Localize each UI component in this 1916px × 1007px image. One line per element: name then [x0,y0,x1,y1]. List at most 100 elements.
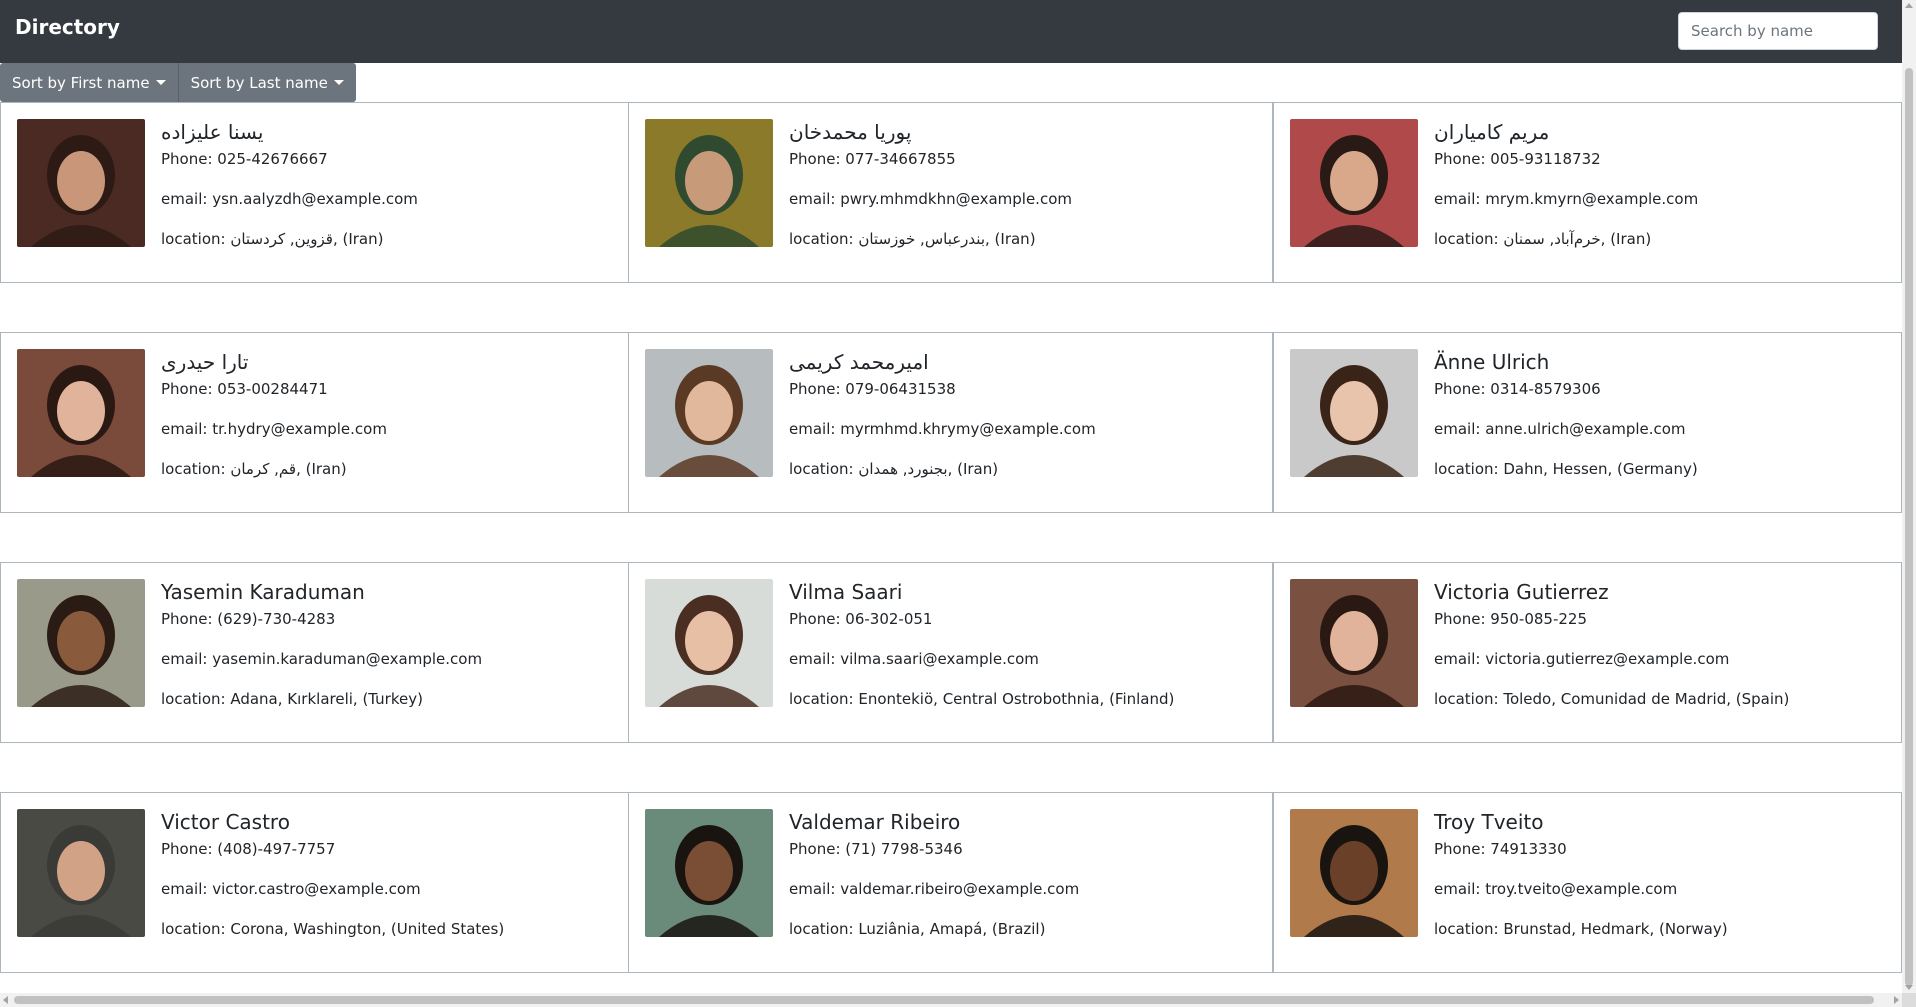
email-value: mrym.kmyrn@example.com [1485,190,1699,208]
phone-label: Phone: [789,840,846,858]
phone-value: 74913330 [1490,840,1567,858]
person-email: email: anne.ulrich@example.com [1434,419,1904,439]
email-value: tr.hydry@example.com [212,420,387,438]
person-email: email: myrmhmd.khrymy@example.com [789,419,1259,439]
person-info: تارا حیدری Phone: 053-00284471 email: tr.h… [161,349,631,499]
person-name: مریم کامیاران [1434,120,1550,144]
person-name: یسنا علیزاده [161,120,264,144]
phone-label: Phone: [1434,840,1491,858]
phone-label: Phone: [1434,610,1491,628]
email-value: vilma.saari@example.com [840,650,1039,668]
portrait-image [1290,119,1418,247]
location-value: خرم‌آباد, سمنان, (Iran) [1503,230,1652,248]
location-label: location: [789,920,859,938]
person-location: location: قزوین, کردستان, (Iran) [161,229,631,249]
scroll-down-arrow-icon[interactable] [1905,985,1913,990]
person-location: location: Enontekiö, Central Ostrobothni… [789,689,1259,709]
person-photo [645,349,773,477]
portrait-image [17,119,145,247]
sort-last-name-button[interactable]: Sort by Last name [178,63,356,102]
brand-title[interactable]: Directory [15,15,120,39]
scrollbar-corner [1902,993,1916,1007]
person-photo [1290,579,1418,707]
person-photo [645,809,773,937]
person-email: email: victor.castro@example.com [161,879,631,899]
email-value: anne.ulrich@example.com [1485,420,1686,438]
person-info: Troy Tveito Phone: 74913330 email: troy.tv… [1434,809,1904,959]
vertical-scrollbar[interactable] [1902,0,1916,993]
person-phone: Phone: 079-06431538 [789,379,1259,399]
vertical-scroll-thumb[interactable] [1905,68,1913,986]
person-email: email: vilma.saari@example.com [789,649,1259,669]
person-name: Troy Tveito [1434,810,1544,834]
scroll-left-arrow-icon[interactable] [3,996,8,1004]
person-email: email: victoria.gutierrez@example.com [1434,649,1904,669]
email-value: pwry.mhmdkhn@example.com [840,190,1072,208]
location-value: بندرعباس, خوزستان, (Iran) [858,230,1036,248]
location-value: Adana, Kırklareli, (Turkey) [230,690,423,708]
person-name: امیرمحمد کریمی [789,350,929,374]
person-card: امیرمحمد کریمی Phone: 079-06431538 email: … [628,332,1273,513]
location-label: location: [161,920,231,938]
person-phone: Phone: 005-93118732 [1434,149,1904,169]
person-email: email: troy.tveito@example.com [1434,879,1904,899]
location-label: location: [789,690,859,708]
phone-value: 053-00284471 [217,380,328,398]
person-info: Victor Castro Phone: (408)-497-7757 email:… [161,809,631,959]
person-phone: Phone: (629)-730-4283 [161,609,631,629]
person-location: location: Adana, Kırklareli, (Turkey) [161,689,631,709]
person-location: location: بجنورد, همدان, (Iran) [789,459,1259,479]
email-label: email: [161,650,213,668]
person-email: email: ysn.aalyzdh@example.com [161,189,631,209]
phone-value: 025-42676667 [217,150,328,168]
person-location: location: خرم‌آباد, سمنان, (Iran) [1434,229,1904,249]
person-info: مریم کامیاران Phone: 005-93118732 email: m… [1434,119,1904,269]
horizontal-scrollbar[interactable] [0,993,1902,1007]
email-label: email: [1434,190,1486,208]
person-card: پوریا محمدخان Phone: 077-34667855 email: p… [628,102,1273,283]
scroll-up-arrow-icon[interactable] [1905,3,1913,8]
email-label: email: [789,420,841,438]
sort-first-name-button[interactable]: Sort by First name [0,63,179,102]
location-value: Brunstad, Hedmark, (Norway) [1503,920,1728,938]
email-value: troy.tveito@example.com [1485,880,1678,898]
portrait-image [1290,579,1418,707]
email-value: victoria.gutierrez@example.com [1485,650,1730,668]
person-card: یسنا علیزاده Phone: 025-42676667 email: ys… [0,102,645,283]
phone-label: Phone: [161,610,218,628]
sort-button-group: Sort by First name Sort by Last name [0,63,356,102]
email-label: email: [789,190,841,208]
person-phone: Phone: (408)-497-7757 [161,839,631,859]
person-location: location: Brunstad, Hedmark, (Norway) [1434,919,1904,939]
phone-label: Phone: [161,840,218,858]
person-name: پوریا محمدخان [789,120,912,144]
phone-label: Phone: [161,380,218,398]
location-value: بجنورد, همدان, (Iran) [858,460,999,478]
scroll-right-arrow-icon[interactable] [1894,996,1899,1004]
email-value: myrmhmd.khrymy@example.com [840,420,1096,438]
phone-value: (71) 7798-5346 [845,840,963,858]
person-card: Änne Ulrich Phone: 0314-8579306 email: ann… [1273,332,1902,513]
person-location: location: Corona, Washington, (United St… [161,919,631,939]
person-name: Victoria Gutierrez [1434,580,1609,604]
horizontal-scroll-thumb[interactable] [14,996,1874,1004]
person-photo [1290,349,1418,477]
location-value: قم, کرمان, (Iran) [230,460,347,478]
email-value: valdemar.ribeiro@example.com [840,880,1080,898]
phone-label: Phone: [789,150,846,168]
person-name: Yasemin Karaduman [161,580,365,604]
email-label: email: [789,880,841,898]
person-photo [17,349,145,477]
location-value: Toledo, Comunidad de Madrid, (Spain) [1503,690,1790,708]
search-input[interactable] [1678,12,1878,50]
location-label: location: [789,460,859,478]
email-value: ysn.aalyzdh@example.com [212,190,418,208]
person-card: Yasemin Karaduman Phone: (629)-730-4283 em… [0,562,645,743]
phone-label: Phone: [789,380,846,398]
phone-value: 06-302-051 [845,610,933,628]
phone-label: Phone: [1434,380,1491,398]
person-email: email: mrym.kmyrn@example.com [1434,189,1904,209]
location-label: location: [161,230,231,248]
location-label: location: [1434,460,1504,478]
phone-value: 079-06431538 [845,380,956,398]
